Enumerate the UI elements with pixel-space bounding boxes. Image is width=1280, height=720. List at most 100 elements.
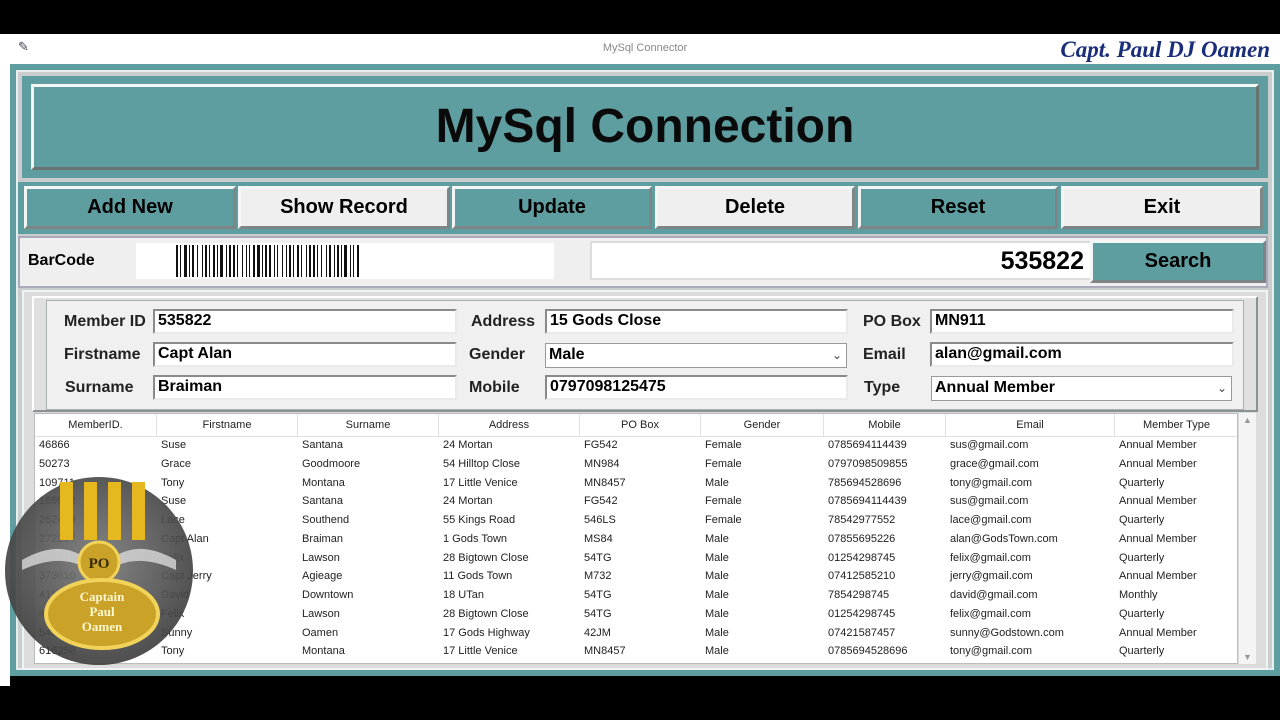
search-button[interactable]: Search — [1090, 240, 1266, 283]
surname-field[interactable]: Braiman — [153, 375, 457, 400]
search-input[interactable]: 535822 — [590, 241, 1092, 280]
table-cell: Annual Member — [1119, 532, 1197, 545]
table-cell: FG542 — [584, 495, 618, 508]
gender-select[interactable]: Male ⌄ — [545, 343, 847, 368]
table-header: MemberID. Firstname Surname Address PO Box Ge… — [35, 414, 1237, 437]
table-cell: 11 Gods Town — [443, 570, 513, 583]
type-select[interactable]: Annual Member ⌄ — [931, 376, 1232, 401]
table-cell: Goodmoore — [302, 457, 361, 470]
table-cell: Annual Member — [1119, 626, 1197, 639]
table-row[interactable]: 262469LaceSouthend55 Kings Road546LSFema… — [35, 511, 1237, 530]
table-cell: Montana — [302, 476, 345, 489]
table-cell: Quarterly — [1119, 514, 1165, 526]
table-cell: 07855695226 — [828, 532, 896, 545]
table-cell: Annual Member — [1119, 457, 1197, 470]
table-cell: Agieage — [302, 570, 343, 583]
scroll-down-icon[interactable]: ▼ — [1243, 652, 1252, 662]
type-label: Type — [864, 379, 901, 396]
table-cell: Annual Member — [1119, 439, 1197, 451]
table-row[interactable]: 169902SuseSantana24 MortanFG542Female078… — [35, 492, 1237, 511]
table-cell: grace@gmail.com — [950, 457, 1039, 470]
member-id-field[interactable]: 535822 — [153, 309, 457, 334]
table-cell: 24 Mortan — [443, 439, 493, 451]
chevron-down-icon[interactable]: ⌄ — [1217, 377, 1227, 399]
logo-badge-text: PO — [89, 556, 110, 572]
column-header[interactable]: Firstname — [157, 414, 298, 436]
table-cell: 0797098509855 — [828, 457, 908, 470]
table-cell: 54TG — [584, 589, 612, 601]
exit-button[interactable]: Exit — [1061, 186, 1263, 229]
table-cell: 07412585210 — [828, 570, 896, 583]
table-cell: Monthly — [1119, 589, 1158, 601]
update-button[interactable]: Update — [452, 186, 652, 229]
table-row[interactable]: 50273 Grace Goodmoore 54 Hilltop Close MN984… — [35, 455, 1237, 474]
table-row[interactable]: 46866 Suse Santana 24 Mortan FG542 Female 0785… — [35, 436, 1237, 455]
email-field[interactable]: alan@gmail.com — [930, 342, 1234, 367]
barcode-label: BarCode — [28, 252, 95, 269]
table-cell: M732 — [584, 570, 612, 583]
table-cell: 54 Hilltop Close — [443, 457, 521, 470]
table-cell: alan@GodsTown.com — [950, 532, 1058, 545]
table-cell: MN8457 — [584, 476, 626, 489]
table-cell: Suse — [161, 439, 187, 451]
table-cell: felix@gmail.com — [950, 607, 1031, 620]
table-cell: Grace — [161, 457, 191, 470]
barcode-image — [136, 243, 554, 279]
add-new-button[interactable]: Add New — [24, 186, 236, 229]
table-cell: 07421587457 — [828, 626, 896, 639]
table-cell: Male — [705, 607, 729, 620]
delete-button[interactable]: Delete — [655, 186, 855, 229]
table-row[interactable]: 373610Capt JerryAgieage11 Gods TownM732M… — [35, 567, 1237, 586]
address-field[interactable]: 15 Gods Close — [545, 309, 848, 334]
column-header[interactable]: Surname — [298, 414, 439, 436]
mobile-field[interactable]: 0797098125475 — [545, 375, 848, 400]
table-cell: Quarterly — [1119, 607, 1165, 620]
table-row[interactable]: 545057SunnyOamen17 Gods Highway42JMMale0… — [35, 624, 1237, 643]
table-cell: sus@gmail.com — [950, 439, 1029, 451]
table-row[interactable]: 444887FelixLawson28 Bigtown Close54TGMal… — [35, 605, 1237, 624]
gender-value: Male — [549, 346, 585, 363]
column-header[interactable]: Member Type — [1115, 414, 1237, 436]
page-title: MySql Connection — [435, 100, 855, 153]
column-header[interactable]: Mobile — [824, 414, 946, 436]
table-row[interactable]: 616258TonyMontana17 Little VeniceMN8457M… — [35, 642, 1237, 661]
header-inner: MySql Connection — [31, 84, 1259, 170]
table-cell: Male — [705, 551, 729, 564]
table-row[interactable]: 272267Capt AlanBraiman1 Gods TownMS84Mal… — [35, 530, 1237, 549]
column-header[interactable]: Gender — [701, 414, 824, 436]
po-box-label: PO Box — [863, 313, 921, 330]
column-header[interactable]: MemberID. — [35, 414, 157, 436]
scroll-up-icon[interactable]: ▲ — [1243, 415, 1252, 425]
table-cell: 17 Gods Highway — [443, 626, 530, 639]
table-row[interactable]: 362376FelixLawson28 Bigtown Close54TGMal… — [35, 549, 1237, 568]
column-header[interactable]: Email — [946, 414, 1115, 436]
table-cell: 28 Bigtown Close — [443, 551, 529, 564]
table-cell: jerry@gmail.com — [950, 570, 1033, 583]
table-cell: 54TG — [584, 607, 612, 620]
firstname-field[interactable]: Capt Alan — [153, 342, 457, 367]
table-cell: 7854298745 — [828, 589, 890, 601]
chevron-down-icon[interactable]: ⌄ — [832, 344, 842, 366]
table-cell: Lawson — [302, 551, 340, 564]
table-cell: 1 Gods Town — [443, 532, 508, 545]
table-cell: Quarterly — [1119, 645, 1165, 658]
table-cell: Male — [705, 532, 729, 545]
show-record-button[interactable]: Show Record — [238, 186, 450, 229]
table-cell: MN984 — [584, 457, 620, 470]
table-cell: 46866 — [39, 439, 70, 451]
type-value: Annual Member — [935, 379, 1056, 396]
captain-logo: PO Captain Paul Oamen — [2, 474, 196, 668]
table-cell: Southend — [302, 514, 350, 526]
surname-label: Surname — [65, 379, 134, 396]
table-cell: Quarterly — [1119, 551, 1165, 564]
table-row[interactable]: 109711 Tony Montana 17 Little Venice MN8457 M… — [35, 474, 1237, 493]
reset-button[interactable]: Reset — [858, 186, 1058, 229]
table-scrollbar[interactable]: ▲ ▼ — [1238, 413, 1256, 664]
column-header[interactable]: PO Box — [580, 414, 701, 436]
table-row[interactable]: 411166DavidDowntown18 UTan54TGMale785429… — [35, 586, 1237, 605]
records-table[interactable]: MemberID. Firstname Surname Address PO Box Ge… — [34, 413, 1238, 664]
po-box-field[interactable]: MN911 — [930, 309, 1234, 334]
table-cell: sunny@Godstown.com — [950, 626, 1064, 639]
column-header[interactable]: Address — [439, 414, 580, 436]
table-cell: 28 Bigtown Close — [443, 607, 529, 620]
